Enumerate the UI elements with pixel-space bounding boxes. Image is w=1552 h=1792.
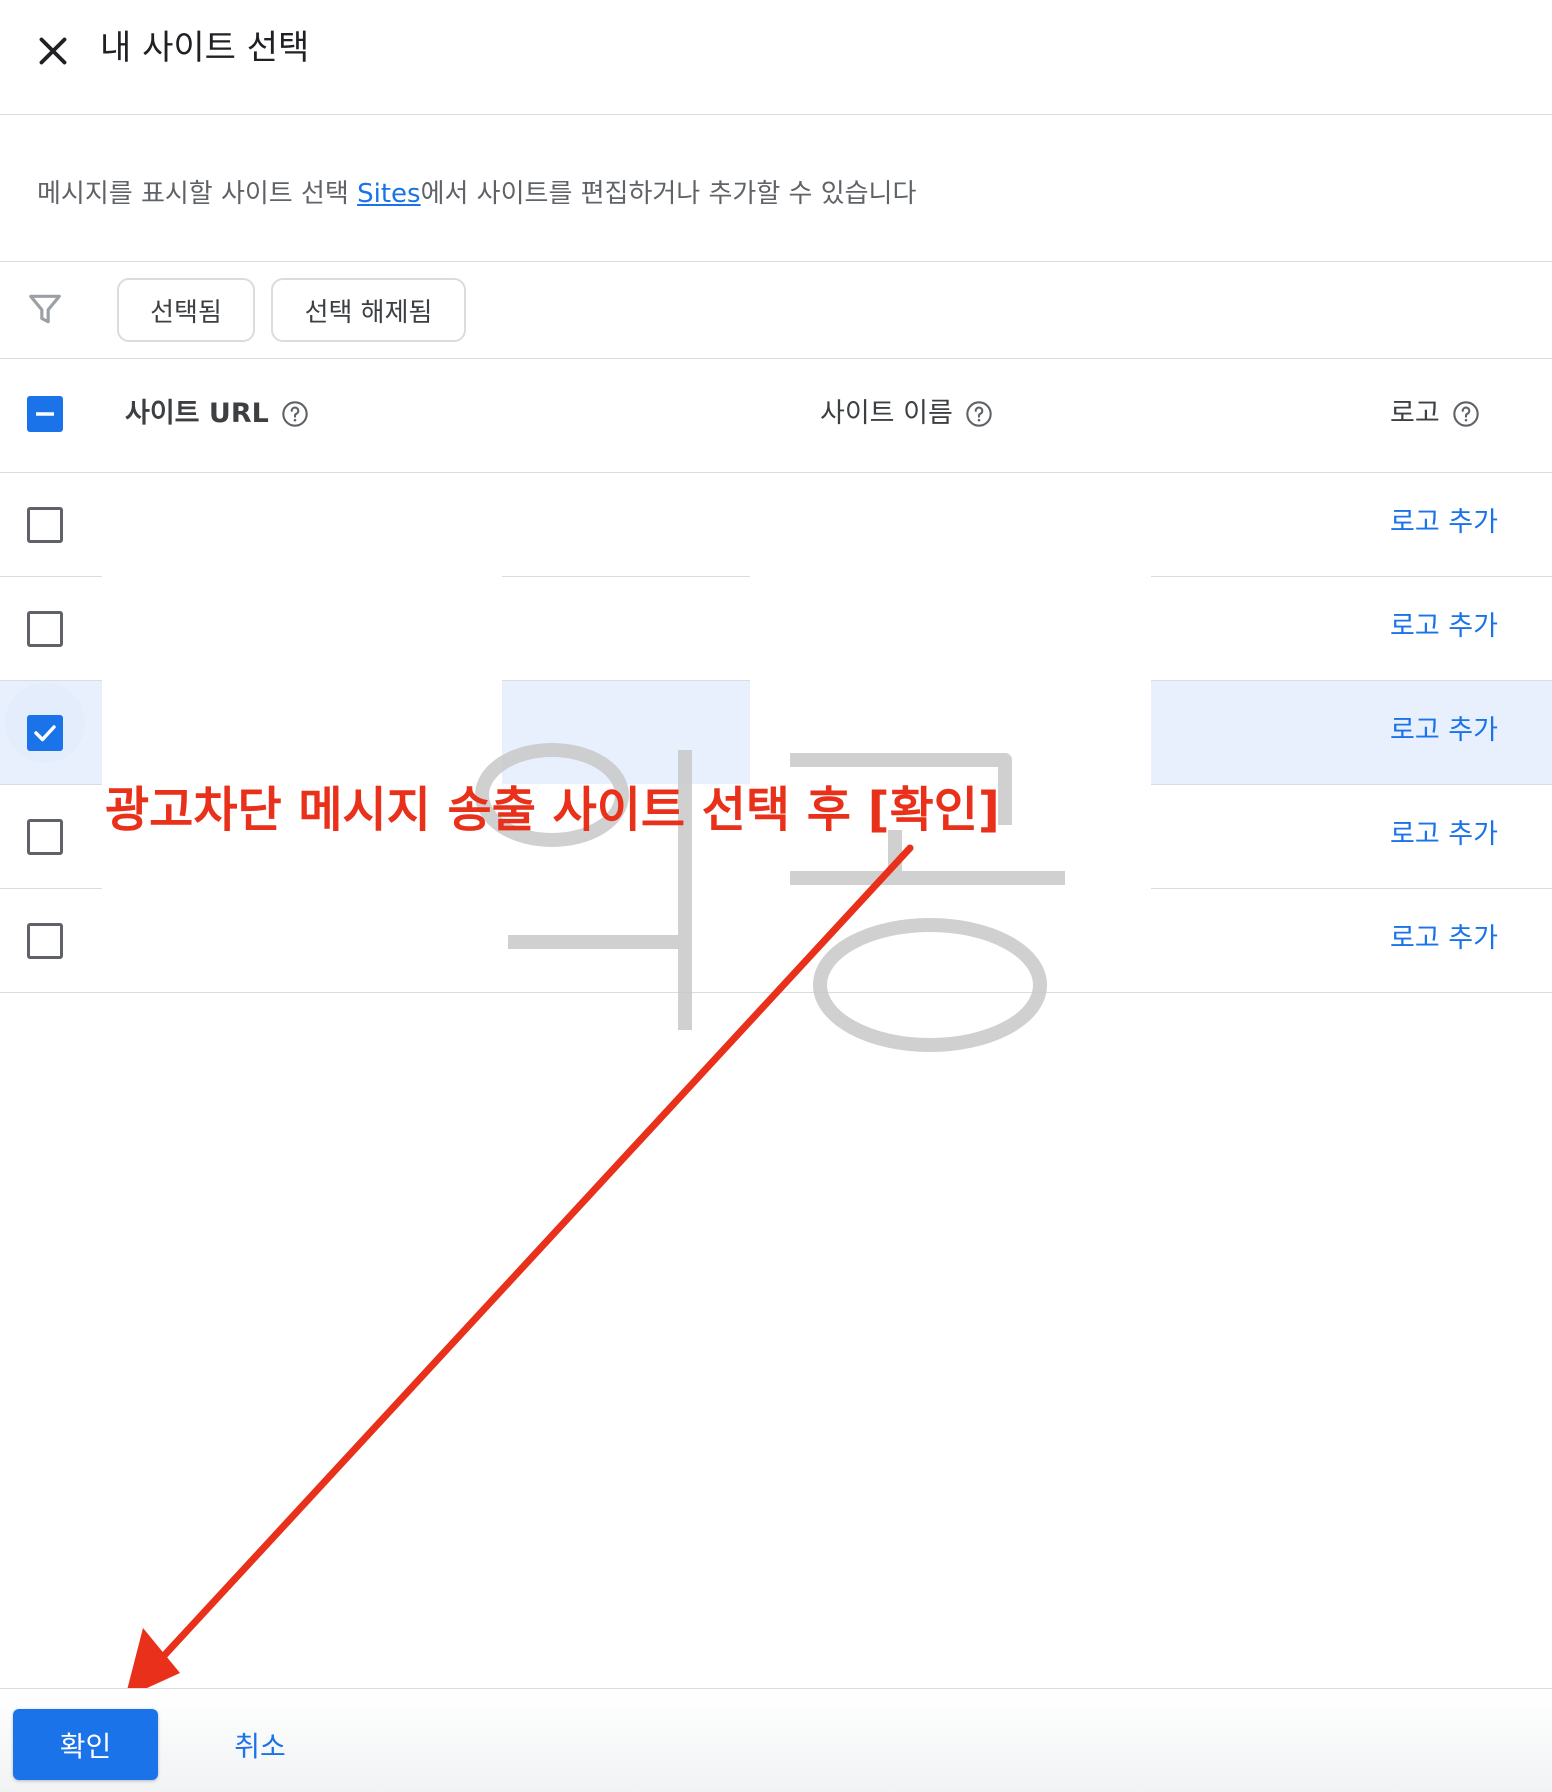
add-logo-link[interactable]: 로고 추가 [1390,815,1498,855]
help-icon[interactable] [965,400,993,428]
divider [0,992,1552,993]
close-icon[interactable] [30,28,76,74]
divider [0,576,102,577]
add-logo-link[interactable]: 로고 추가 [1390,607,1498,647]
column-header-site-url: 사이트 URL [125,394,309,434]
filter-chip-unselected[interactable]: 선택 해제됨 [271,278,466,342]
row-checkbox[interactable] [27,819,63,855]
add-logo-link[interactable]: 로고 추가 [1390,503,1498,543]
filter-chip-selected[interactable]: 선택됨 [117,278,255,342]
column-header-label: 로고 [1390,398,1440,429]
filter-icon[interactable] [26,290,64,328]
add-logo-link[interactable]: 로고 추가 [1390,919,1498,959]
divider [502,576,750,577]
divider [0,358,1552,359]
row-checkbox[interactable] [27,923,63,959]
divider [0,261,1552,262]
checkmark-icon [34,725,56,742]
instruction-annotation: 광고차단 메시지 송출 사이트 선택 후 [확인] [105,782,1000,838]
column-header-logo: 로고 [1390,394,1480,434]
row-checkbox[interactable] [27,715,63,751]
divider [1151,888,1552,889]
row-checkbox[interactable] [27,507,63,543]
description-text: 메시지를 표시할 사이트 선택 Sites에서 사이트를 편집하거나 추가할 수… [37,174,916,214]
divider [1151,576,1552,577]
description-before: 메시지를 표시할 사이트 선택 [37,179,358,209]
description-after: 에서 사이트를 편집하거나 추가할 수 있습니다 [420,179,917,209]
column-header-site-name: 사이트 이름 [820,394,993,434]
divider [1151,784,1552,785]
dialog-footer: 확인 취소 [0,1688,1552,1792]
sites-link[interactable]: Sites [357,179,420,209]
help-icon[interactable] [1452,400,1480,428]
select-all-checkbox[interactable] [27,396,63,432]
dialog-title: 내 사이트 선택 [100,28,310,68]
row-checkbox[interactable] [27,611,63,647]
dialog-header: 내 사이트 선택 [0,0,1552,115]
divider [0,472,1552,473]
column-header-label: 사이트 이름 [820,398,953,429]
add-logo-link[interactable]: 로고 추가 [1390,711,1498,751]
help-icon[interactable] [281,400,309,428]
indeterminate-icon [36,412,54,416]
cancel-button[interactable]: 취소 [210,1709,310,1780]
selected-row-highlight [502,681,750,784]
divider [0,888,102,889]
annotation-arrow [125,844,914,1698]
confirm-button[interactable]: 확인 [13,1709,158,1780]
divider [0,784,102,785]
column-header-label: 사이트 URL [125,398,269,429]
